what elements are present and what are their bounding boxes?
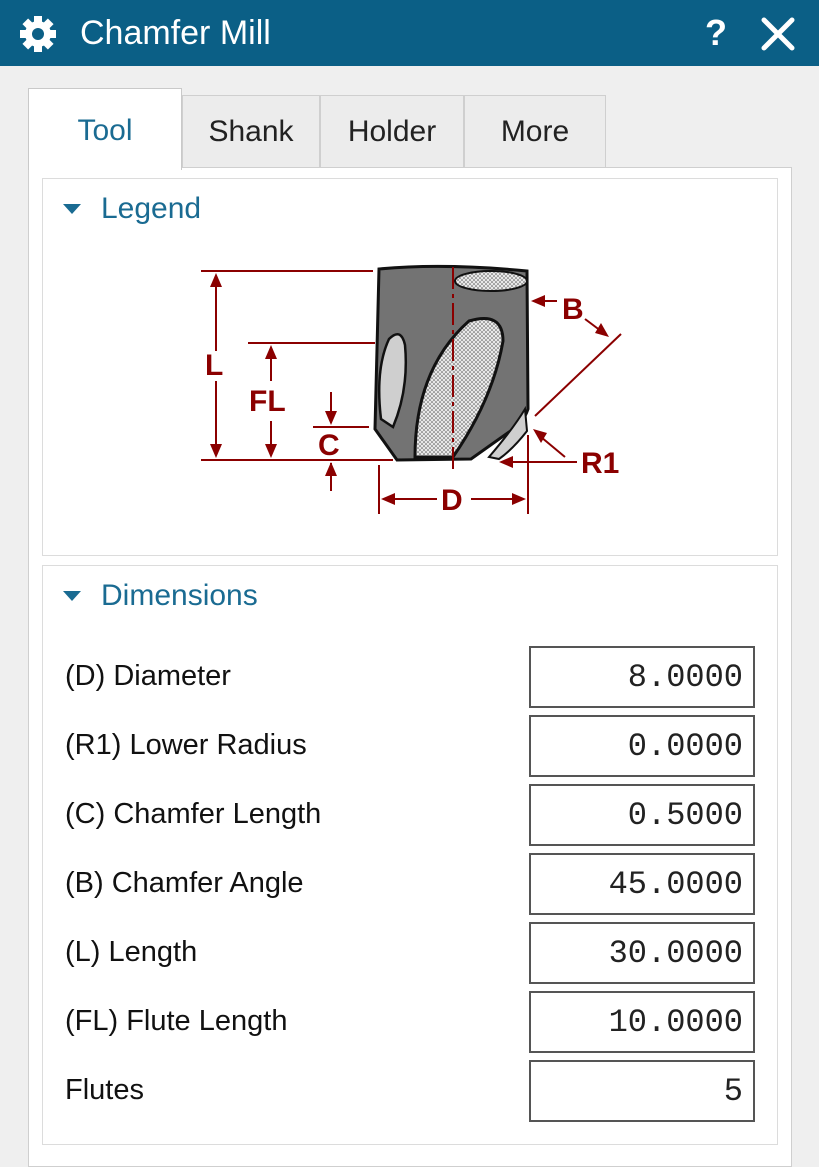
length-input[interactable] xyxy=(529,922,755,984)
diameter-input[interactable] xyxy=(529,646,755,708)
flute-length-label: (FL) Flute Length xyxy=(65,1005,288,1037)
tab-shank[interactable]: Shank xyxy=(182,95,320,167)
window-title: Chamfer Mill xyxy=(80,14,271,52)
dimensions-group: Dimensions (D) Diameter (R1) Lower Radiu… xyxy=(42,565,778,1145)
flutes-input[interactable] xyxy=(529,1060,755,1122)
flute-length-input[interactable] xyxy=(529,991,755,1053)
diameter-label: (D) Diameter xyxy=(65,660,231,692)
legend-header[interactable]: Legend xyxy=(43,179,777,239)
dimensions-title: Dimensions xyxy=(101,579,258,612)
legend-label-d: D xyxy=(441,484,463,517)
help-button[interactable]: ? xyxy=(696,10,736,56)
tab-tool[interactable]: Tool xyxy=(28,88,182,170)
title-bar: Chamfer Mill ? xyxy=(0,0,819,66)
legend-title: Legend xyxy=(101,192,202,225)
chamfer-length-input[interactable] xyxy=(529,784,755,846)
tab-holder[interactable]: Holder xyxy=(320,95,464,167)
legend-label-c: C xyxy=(318,429,340,462)
chamfer-mill-legend-diagram: L FL C D B R1 xyxy=(201,264,622,517)
gear-icon xyxy=(20,16,56,52)
close-icon[interactable] xyxy=(758,14,798,54)
legend-label-fl: FL xyxy=(249,385,286,418)
tab-more[interactable]: More xyxy=(464,95,606,167)
legend-label-r1: R1 xyxy=(581,447,619,480)
lower-radius-input[interactable] xyxy=(529,715,755,777)
dimension-row-flute-length: (FL) Flute Length xyxy=(65,991,765,1053)
dimension-row-lower-radius: (R1) Lower Radius xyxy=(65,715,765,777)
lower-radius-label: (R1) Lower Radius xyxy=(65,729,307,761)
dimension-row-chamfer-length: (C) Chamfer Length xyxy=(65,784,765,846)
chamfer-length-label: (C) Chamfer Length xyxy=(65,798,322,830)
flutes-label: Flutes xyxy=(65,1074,144,1106)
chamfer-angle-input[interactable] xyxy=(529,853,755,915)
dimensions-header[interactable]: Dimensions xyxy=(43,566,777,626)
length-label: (L) Length xyxy=(65,936,198,968)
dimension-row-diameter: (D) Diameter xyxy=(65,646,765,708)
triangle-down-icon xyxy=(63,204,81,214)
triangle-down-icon xyxy=(63,591,81,601)
dimension-row-length: (L) Length xyxy=(65,922,765,984)
dimension-row-flutes: Flutes xyxy=(65,1060,765,1122)
dimension-row-chamfer-angle: (B) Chamfer Angle xyxy=(65,853,765,915)
legend-label-l: L xyxy=(205,349,223,382)
legend-label-b: B xyxy=(562,293,584,326)
chamfer-angle-label: (B) Chamfer Angle xyxy=(65,867,304,899)
legend-group: Legend L FL C D B R1 xyxy=(42,178,778,556)
